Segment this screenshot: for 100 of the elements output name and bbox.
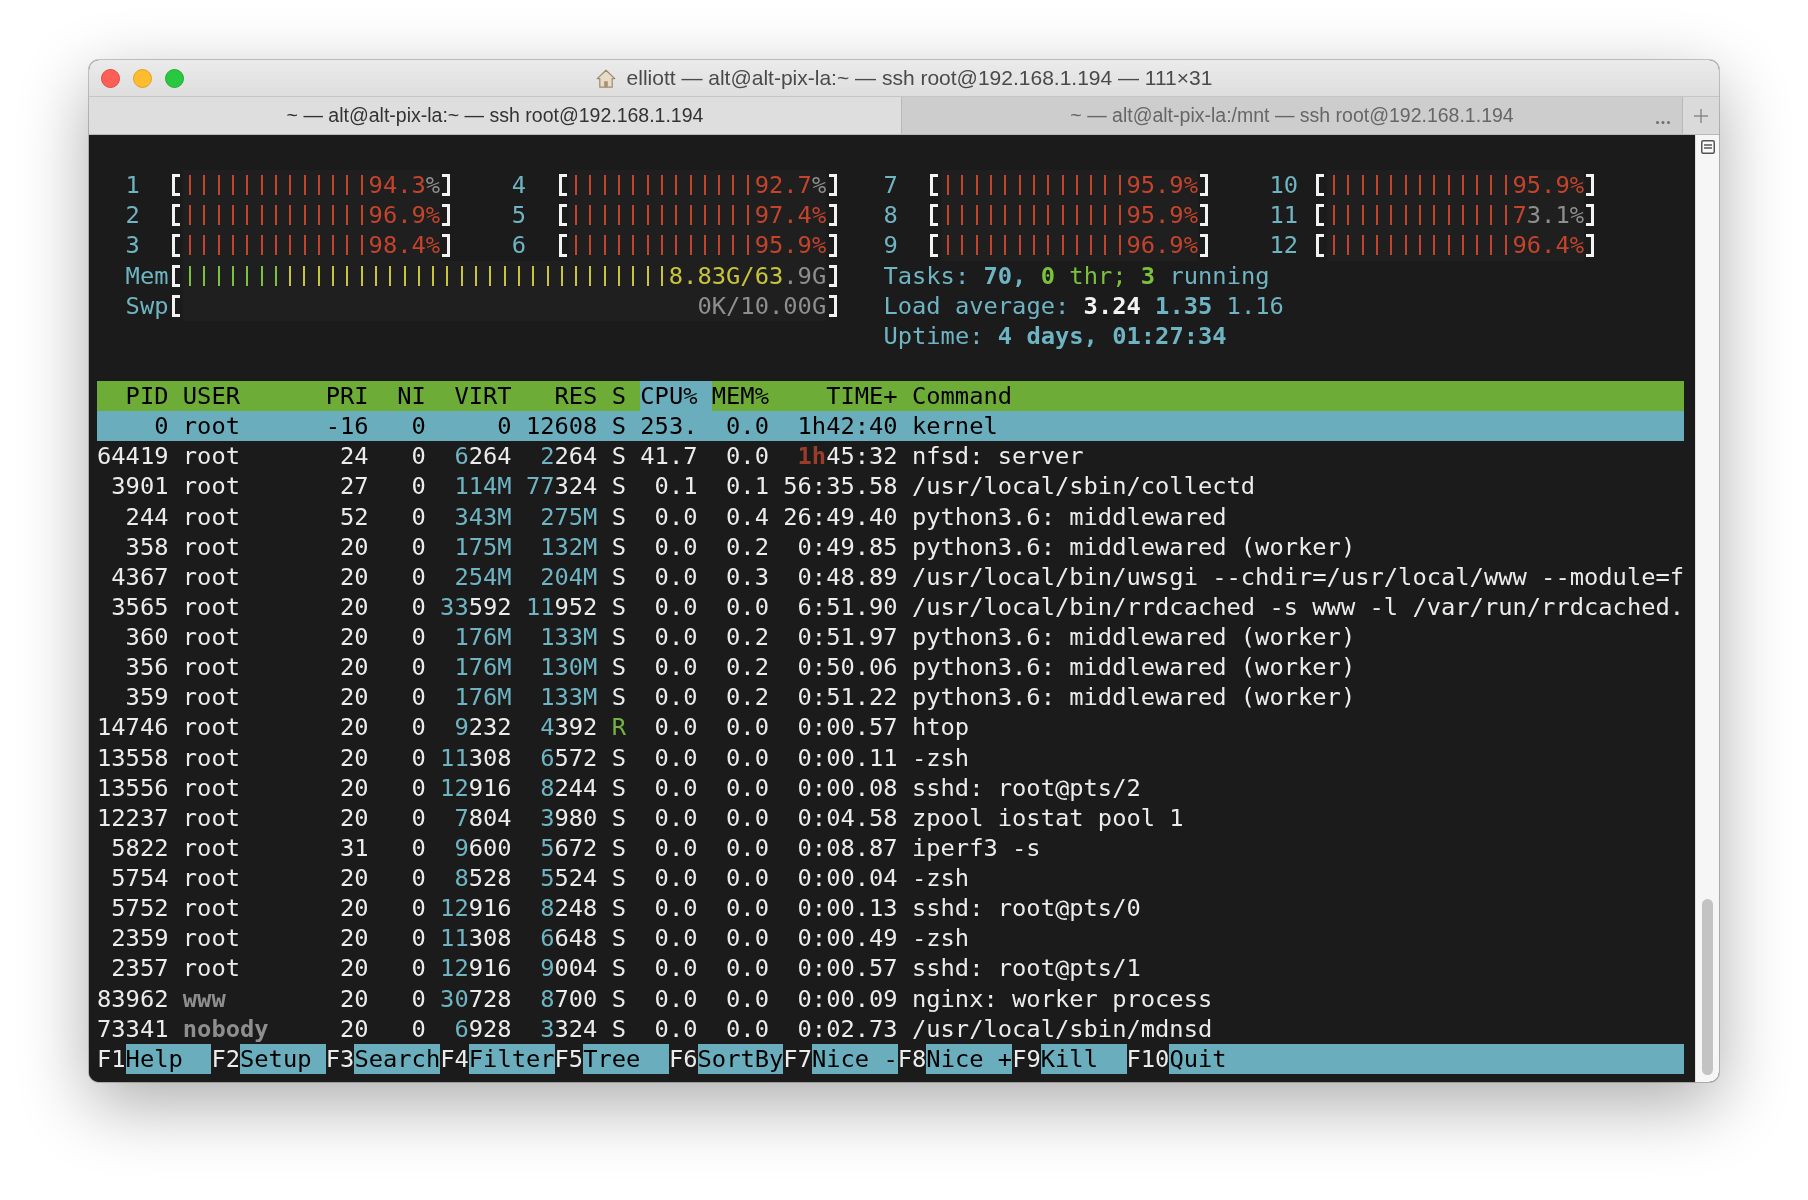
table-cell: -zsh bbox=[911, 742, 970, 773]
process-row[interactable]: 13558 root 20 0 11308 6572 S 0.0 0.0 0:00.11 -zsh bbox=[97, 742, 1685, 773]
meter-reading: 0K/10.00G bbox=[697, 290, 827, 321]
process-row[interactable]: 83962 www 20 0 30728 8700 S 0.0 0.0 0:00.09 nginx: worker process bbox=[97, 983, 1685, 1014]
table-cell: 0 bbox=[411, 802, 426, 833]
column-header[interactable]: TIME+ bbox=[783, 381, 912, 412]
key-label: F7 bbox=[783, 1043, 812, 1074]
function-key-button[interactable]: Nice - bbox=[811, 1043, 898, 1074]
meter-reading: 95.9% bbox=[754, 230, 827, 261]
cpu-label: 10 bbox=[1269, 171, 1299, 200]
function-key-button[interactable]: Kill bbox=[1040, 1043, 1127, 1074]
summary-value: 0 bbox=[1040, 260, 1056, 291]
zoom-button[interactable] bbox=[165, 68, 184, 88]
meter-reading: 98.4% bbox=[368, 230, 441, 261]
table-cell: 20 bbox=[340, 772, 369, 803]
process-row[interactable]: 0 root -16 0 0 12608 S 253. 0.0 1h42:40 kernel bbox=[97, 411, 1685, 442]
table-cell: root bbox=[182, 953, 240, 984]
table-cell: root bbox=[182, 802, 240, 833]
table-cell: S bbox=[611, 772, 626, 803]
process-row[interactable]: 13556 root 20 0 12916 8244 S 0.0 0.0 0:00.08 sshd: root@pts/2 bbox=[97, 772, 1685, 803]
table-cell: -zsh bbox=[911, 923, 970, 954]
column-header[interactable]: VIRT bbox=[440, 381, 526, 412]
table-cell: 0:00.57 bbox=[797, 712, 898, 743]
table-cell: S bbox=[611, 411, 626, 442]
table-cell: 0.0 bbox=[654, 1013, 698, 1044]
key-label: F3 bbox=[325, 1043, 355, 1074]
key-label: F6 bbox=[668, 1043, 698, 1074]
process-row[interactable]: 2357 root 20 0 12916 9004 S 0.0 0.0 0:00.57 sshd: root@pts/1 bbox=[97, 953, 1685, 984]
column-header[interactable]: CPU% bbox=[640, 381, 712, 412]
table-cell: www bbox=[182, 983, 226, 1014]
table-cell: 0 bbox=[411, 622, 426, 653]
table-cell: 13558 bbox=[97, 742, 169, 773]
cpu-label: 5 bbox=[511, 201, 526, 230]
tab[interactable]: ~ — alt@alt-pix-la:~ — ssh root@192.168.1.194 bbox=[89, 97, 902, 134]
key-label: F2 bbox=[211, 1043, 240, 1074]
column-header[interactable]: RES bbox=[525, 381, 612, 412]
function-key-button[interactable]: Filter bbox=[468, 1043, 555, 1074]
column-header[interactable]: PID bbox=[97, 381, 183, 412]
process-row[interactable]: 14746 root 20 0 9232 4392 R 0.0 0.0 0:00.57 htop bbox=[97, 712, 1685, 743]
close-button[interactable] bbox=[101, 68, 120, 88]
table-cell: 0.0 bbox=[726, 742, 769, 773]
column-header[interactable]: Command bbox=[911, 381, 1685, 412]
scrollbar-thumb[interactable] bbox=[1702, 899, 1713, 1075]
function-key-button[interactable]: Help bbox=[125, 1043, 212, 1074]
process-row[interactable]: 360 root 20 0 176M 133M S 0.0 0.2 0:51.97 python3.6: middlewared (worker) bbox=[97, 622, 1685, 653]
table-cell: 20 bbox=[340, 742, 369, 773]
table-cell: -zsh bbox=[911, 863, 970, 894]
table-cell: 12916 bbox=[440, 953, 512, 984]
process-row[interactable]: 358 root 20 0 175M 132M S 0.0 0.2 0:49.85 python3.6: middlewared (worker) bbox=[97, 531, 1685, 562]
process-row[interactable]: 244 root 52 0 343M 275M S 0.0 0.4 26:49.40 python3.6: middlewared bbox=[97, 501, 1685, 532]
process-row[interactable]: 12237 root 20 0 7804 3980 S 0.0 0.0 0:04.58 zpool iostat pool 1 bbox=[97, 802, 1685, 833]
table-cell: 6264 bbox=[454, 441, 512, 472]
table-cell: 0.2 bbox=[726, 622, 769, 653]
process-row[interactable]: 5752 root 20 0 12916 8248 S 0.0 0.0 0:00.13 sshd: root@pts/0 bbox=[97, 893, 1685, 924]
new-tab-button[interactable] bbox=[1683, 97, 1719, 134]
minimize-button[interactable] bbox=[133, 68, 152, 88]
column-header[interactable]: S bbox=[611, 381, 641, 412]
meter-reading: 95.9% bbox=[1512, 170, 1584, 201]
table-cell: 0.1 bbox=[654, 471, 698, 502]
table-cell: 0.4 bbox=[726, 501, 769, 532]
process-row[interactable]: 359 root 20 0 176M 133M S 0.0 0.2 0:51.22 python3.6: middlewared (worker) bbox=[97, 682, 1685, 713]
process-row[interactable]: 3901 root 27 0 114M 77324 S 0.1 0.1 56:35.58 /usr/local/sbin/collectd bbox=[97, 471, 1685, 502]
process-row[interactable]: 2359 root 20 0 11308 6648 S 0.0 0.0 0:00.49 -zsh bbox=[97, 923, 1685, 954]
column-header[interactable]: MEM% bbox=[711, 381, 784, 412]
process-row[interactable]: 356 root 20 0 176M 130M S 0.0 0.2 0:50.06 python3.6: middlewared (worker) bbox=[97, 652, 1685, 683]
function-key-button[interactable]: Setup bbox=[240, 1043, 326, 1074]
table-cell: 5822 bbox=[111, 832, 169, 864]
panel-icon[interactable] bbox=[1700, 140, 1715, 154]
table-cell: nginx: worker process bbox=[911, 983, 1213, 1014]
column-header[interactable]: NI bbox=[382, 381, 441, 412]
table-cell: 0:50.06 bbox=[797, 652, 898, 683]
table-cell: 0 bbox=[411, 441, 426, 472]
table-cell: kernel bbox=[911, 411, 998, 442]
table-cell: 0.0 bbox=[726, 923, 769, 954]
table-cell: 176M bbox=[454, 682, 512, 713]
table-cell: 2357 bbox=[111, 953, 169, 984]
process-row[interactable]: 64419 root 24 0 6264 2264 S 41.7 0.0 1h45:32 nfsd: server bbox=[97, 441, 1685, 472]
function-key-button[interactable]: Quit bbox=[1169, 1043, 1685, 1074]
table-cell: 0.3 bbox=[726, 561, 769, 592]
meter-reading: 73.1% bbox=[1512, 200, 1584, 231]
cpu-label: 12 bbox=[1269, 231, 1299, 260]
function-key-button[interactable]: Search bbox=[354, 1043, 441, 1074]
process-row[interactable]: 5754 root 20 0 8528 5524 S 0.0 0.0 0:00.04 -zsh bbox=[97, 863, 1685, 894]
column-header[interactable]: PRI bbox=[325, 381, 383, 412]
function-key-button[interactable]: SortBy bbox=[697, 1043, 784, 1074]
process-row[interactable]: 3565 root 20 0 33592 11952 S 0.0 0.0 6:51.90 /usr/local/bin/rrdcached -s www -l /var/run/rrdcached. bbox=[97, 591, 1685, 623]
cpu-label: 2 bbox=[125, 201, 140, 230]
table-cell: 8248 bbox=[540, 893, 598, 924]
function-key-button[interactable]: Tree bbox=[583, 1043, 669, 1074]
column-header[interactable]: USER bbox=[182, 381, 326, 412]
process-row[interactable]: 4367 root 20 0 254M 204M S 0.0 0.3 0:48.89 /usr/local/bin/uwsgi --chdir=/usr/local/www --module=f bbox=[97, 561, 1685, 592]
process-row[interactable]: 73341 nobody 20 0 6928 3324 S 0.0 0.0 0:02.73 /usr/local/sbin/mdnsd bbox=[97, 1013, 1685, 1044]
table-cell: 3901 bbox=[111, 471, 169, 502]
table-cell: 4367 bbox=[111, 561, 169, 592]
table-cell: sshd: root@pts/0 bbox=[911, 893, 1141, 924]
process-row[interactable]: 5822 root 31 0 9600 5672 S 0.0 0.0 0:08.87 iperf3 -s bbox=[97, 832, 1685, 864]
table-cell: 133M bbox=[540, 682, 598, 713]
table-cell: /usr/local/sbin/collectd bbox=[911, 471, 1256, 502]
function-key-button[interactable]: Nice + bbox=[926, 1043, 1013, 1074]
table-cell: 8700 bbox=[540, 983, 598, 1014]
